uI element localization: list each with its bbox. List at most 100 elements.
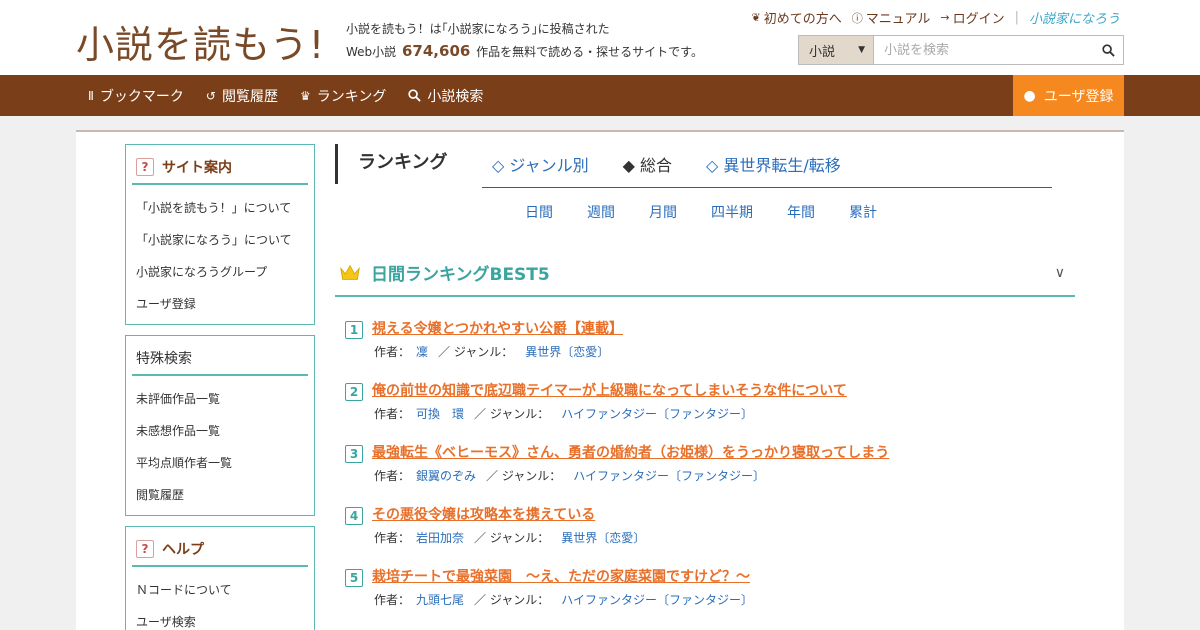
- novel-meta: 作者： 凜 ／ ジャンル： 異世界〔恋愛〕: [374, 343, 609, 360]
- author-label: 作者：: [374, 469, 411, 483]
- author-label: 作者：: [374, 407, 411, 421]
- nav-search[interactable]: 小説検索: [408, 86, 483, 106]
- nav-bookmark-label: ブックマーク: [99, 88, 184, 105]
- site-guide-item[interactable]: ユーザ登録: [136, 288, 314, 320]
- best5-header: 日間ランキングBEST5 ∨: [335, 250, 1075, 297]
- ranking-list: 1 視える令嬢とつかれやすい公爵【連載】 作者：凜／ ジャンル： 異世界〔恋愛〕 …: [345, 318, 1085, 628]
- rank-number: 2: [345, 383, 363, 401]
- author-link[interactable]: 九頭七尾: [416, 593, 464, 607]
- special-search-item[interactable]: 未感想作品一覧: [136, 415, 314, 447]
- special-search-list: 未評価作品一覧 未感想作品一覧 平均点順作者一覧 閲覧履歴: [126, 376, 314, 516]
- rank-number: 1: [345, 321, 363, 339]
- nav-history-label: 閲覧履歴: [221, 88, 278, 105]
- tab-genre[interactable]: ◇ ジャンル別: [492, 152, 589, 176]
- nav-ranking-label: ランキング: [316, 88, 387, 105]
- main-content: ? サイト案内 「小説を読もう！」について 「小説家になろう」について 小説家に…: [76, 130, 1124, 630]
- main-nav: Ⅱ ブックマーク ↺ 閲覧履歴 ♛ ランキング 小説検索 ● ユーザ登録: [0, 75, 1200, 116]
- register-label: ユーザ登録: [1043, 88, 1114, 105]
- author-link[interactable]: 可換 環: [416, 407, 464, 421]
- caret-down-icon: ▼: [858, 45, 865, 55]
- site-guide-box: ? サイト案内 「小説を読もう！」について 「小説家になろう」について 小説家に…: [125, 144, 315, 325]
- tagline-suffix: 作品を無料で読める・探せるサイトです。: [476, 45, 703, 59]
- question-icon: ?: [136, 158, 154, 176]
- special-search-item[interactable]: 平均点順作者一覧: [136, 447, 314, 479]
- site-guide-item[interactable]: 小説家になろうグループ: [136, 256, 314, 288]
- genre-link[interactable]: ハイファンタジー〔ファンタジー〕: [561, 593, 753, 607]
- novel-title-link[interactable]: 最強転生《ベヒーモス》さん、勇者の婚約者（お姫様）をうっかり寝取ってしまう: [372, 442, 889, 462]
- register-button[interactable]: ● ユーザ登録: [1013, 75, 1124, 116]
- crown-icon: [340, 264, 360, 280]
- site-logo[interactable]: 小説を読もう!: [76, 14, 325, 69]
- top-links: ❦ 初めての方へ ⓘ マニュアル → ログイン | 小説家になろう: [752, 8, 1121, 27]
- novel-title-link[interactable]: 視える令嬢とつかれやすい公爵【連載】: [372, 318, 623, 338]
- user-icon: ●: [1023, 87, 1036, 104]
- best5-title: 日間ランキングBEST5: [371, 265, 550, 285]
- period-yearly[interactable]: 年間: [787, 202, 815, 222]
- genre-label: ／ ジャンル：: [474, 531, 550, 545]
- author-label: 作者：: [374, 531, 411, 545]
- nav-ranking[interactable]: ♛ ランキング: [300, 86, 386, 106]
- period-quarterly[interactable]: 四半期: [711, 202, 753, 222]
- site-guide-item[interactable]: 「小説家になろう」について: [136, 224, 314, 256]
- help-circle-icon: ⓘ: [851, 11, 863, 25]
- help-list: Ｎコードについて ユーザ検索: [126, 567, 314, 630]
- bookmark-icon: Ⅱ: [88, 88, 94, 103]
- beginner-link[interactable]: ❦ 初めての方へ: [752, 8, 842, 27]
- site-guide-title: ? サイト案内: [132, 151, 308, 185]
- manual-link-label: マニュアル: [865, 12, 931, 27]
- novel-meta: 作者： 岩田加奈 ／ ジャンル： 異世界〔恋愛〕: [374, 529, 645, 546]
- novel-title-link[interactable]: 栽培チートで最強菜園 ～え、ただの家庭菜園ですけど？～: [372, 566, 750, 586]
- login-link[interactable]: → ログイン: [940, 8, 1004, 27]
- ranking-item: 1 視える令嬢とつかれやすい公爵【連載】 作者： 凜 ／ ジャンル： 異世界〔恋愛〕: [345, 318, 1085, 380]
- nav-bookmark[interactable]: Ⅱ ブックマーク: [88, 86, 184, 106]
- period-total[interactable]: 累計: [849, 202, 877, 222]
- period-tabs: 日間 週間 月間 四半期 年間 累計: [525, 202, 877, 222]
- author-link[interactable]: 岩田加奈: [416, 531, 464, 545]
- genre-label: ／ ジャンル：: [474, 407, 550, 421]
- divider: |: [1014, 10, 1019, 25]
- tagline-line1: 小説を読もう！は｢小説家になろう｣に投稿された: [346, 22, 610, 36]
- search-input[interactable]: [874, 36, 1093, 64]
- period-weekly[interactable]: 週間: [587, 202, 615, 222]
- nav-history[interactable]: ↺ 閲覧履歴: [206, 86, 278, 106]
- site-guide-list: 「小説を読もう！」について 「小説家になろう」について 小説家になろうグループ …: [126, 185, 314, 325]
- genre-link[interactable]: ハイファンタジー〔ファンタジー〕: [561, 407, 753, 421]
- question-icon: ?: [136, 540, 154, 558]
- search-category-select[interactable]: 小説 ▼: [799, 36, 874, 64]
- help-box: ? ヘルプ Ｎコードについて ユーザ検索: [125, 526, 315, 630]
- tagline-line2: Web小説 674,606 作品を無料で読める・探せるサイトです。: [346, 40, 703, 63]
- help-item[interactable]: Ｎコードについて: [136, 574, 314, 606]
- special-search-item[interactable]: 閲覧履歴: [136, 479, 314, 511]
- help-title-text: ヘルプ: [162, 542, 204, 558]
- tab-overall[interactable]: ◆ 総合: [623, 152, 672, 176]
- login-link-label: ログイン: [952, 12, 1005, 27]
- genre-link[interactable]: 異世界〔恋愛〕: [525, 345, 609, 359]
- author-link[interactable]: 銀翼のぞみ: [416, 469, 476, 483]
- login-icon: →: [940, 11, 950, 24]
- site-guide-item[interactable]: 「小説を読もう！」について: [136, 192, 314, 224]
- rank-number: 5: [345, 569, 363, 587]
- period-monthly[interactable]: 月間: [649, 202, 677, 222]
- author-label: 作者：: [374, 593, 411, 607]
- search-button[interactable]: [1093, 36, 1123, 64]
- novel-title-link[interactable]: 俺の前世の知識で底辺職テイマーが上級職になってしまいそうな件について: [372, 380, 847, 400]
- search-icon: [1101, 43, 1115, 57]
- ranking-item: 4 その悪役令嬢は攻略本を携えている 作者： 岩田加奈 ／ ジャンル： 異世界〔恋愛〕: [345, 504, 1085, 566]
- novel-meta: 作者： 九頭七尾 ／ ジャンル： ハイファンタジー〔ファンタジー〕: [374, 591, 753, 608]
- author-link[interactable]: 凜: [416, 345, 428, 359]
- genre-link[interactable]: ハイファンタジー〔ファンタジー〕: [573, 469, 765, 483]
- special-search-title: 特殊検索: [132, 342, 308, 376]
- tagline-prefix: Web小説: [346, 45, 397, 59]
- site-tagline: 小説を読もう！は｢小説家になろう｣に投稿された Web小説 674,606 作品…: [346, 18, 703, 63]
- special-search-item[interactable]: 未評価作品一覧: [136, 383, 314, 415]
- genre-link[interactable]: 異世界〔恋愛〕: [561, 531, 645, 545]
- help-item[interactable]: ユーザ検索: [136, 606, 314, 630]
- period-daily[interactable]: 日間: [525, 202, 553, 222]
- chevron-down-icon[interactable]: ∨: [1055, 265, 1065, 281]
- narou-logo[interactable]: 小説家になろう: [1029, 8, 1120, 27]
- novel-title-link[interactable]: その悪役令嬢は攻略本を携えている: [372, 504, 595, 524]
- genre-label: ／ ジャンル：: [438, 345, 514, 359]
- manual-link[interactable]: ⓘ マニュアル: [851, 8, 931, 28]
- ranking-item: 2 俺の前世の知識で底辺職テイマーが上級職になってしまいそうな件について 作者：…: [345, 380, 1085, 442]
- tab-isekai[interactable]: ◇ 異世界転生/転移: [706, 152, 841, 176]
